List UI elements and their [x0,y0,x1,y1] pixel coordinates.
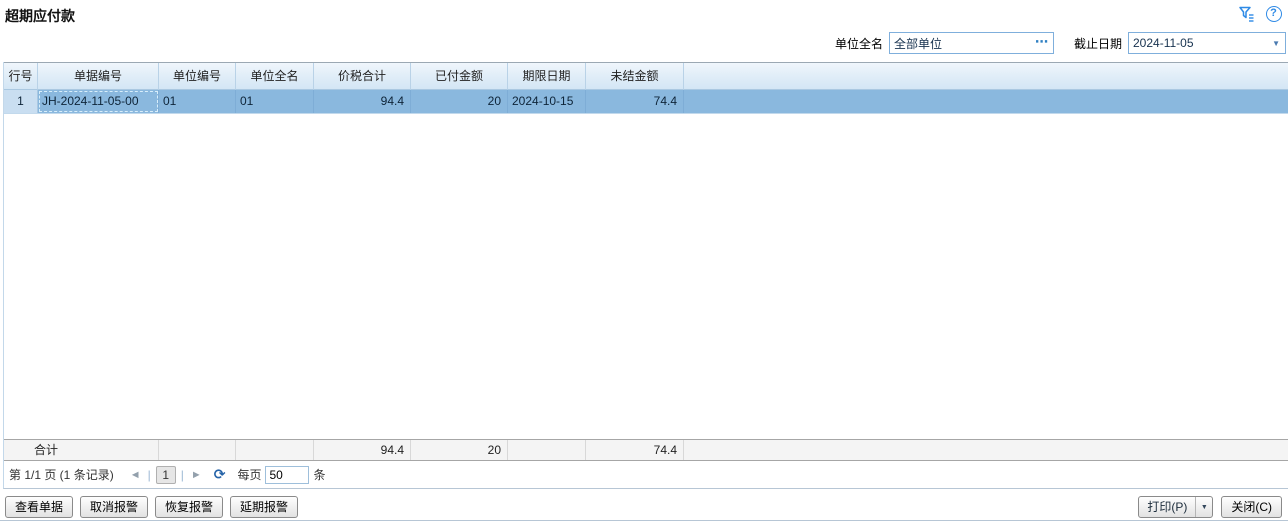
unit-name-cell[interactable]: 01 [236,90,314,113]
next-page-icon[interactable]: ► [189,469,204,481]
grid-empty-area [4,114,1288,439]
data-grid: 行号 单据编号 单位编号 单位全名 价税合计 已付金额 期限日期 未结金额 1 … [3,62,1288,489]
totals-unsettled: 74.4 [586,440,684,460]
column-header-unit-name[interactable]: 单位全名 [236,63,314,90]
cutoff-date-label: 截止日期 [1074,35,1122,52]
help-icon[interactable]: ? [1265,5,1282,22]
footer-left-buttons: 查看单据 取消报警 恢复报警 延期报警 [5,496,298,518]
question-mark-glyph: ? [1266,6,1282,22]
totals-empty-date [508,440,586,460]
unit-code-cell[interactable]: 01 [159,90,236,113]
filter-bar: 单位全名 全部单位 ⋯ 截止日期 2024-11-05 ▼ [835,31,1286,55]
deadline-date-cell[interactable]: 2024-10-15 [508,90,586,113]
footer-right-buttons: 打印(P) ▼ 关闭(C) [1138,496,1282,518]
prev-page-icon[interactable]: ◄ [128,469,143,481]
column-header-paid-amount[interactable]: 已付金额 [411,63,508,90]
unit-name-value: 全部单位 [890,35,1035,52]
filter-icon[interactable] [1238,5,1255,22]
chevron-down-icon[interactable]: ▼ [1195,497,1212,517]
column-header-deadline-date[interactable]: 期限日期 [508,63,586,90]
row-number-cell: 1 [4,90,38,113]
unit-name-label: 单位全名 [835,35,883,52]
column-header-unit-code[interactable]: 单位编号 [159,63,236,90]
per-page-label: 每页 [237,466,261,483]
column-header-row-no[interactable]: 行号 [4,63,38,90]
column-header-price-tax-total[interactable]: 价税合计 [314,63,411,90]
grid-header-row: 行号 单据编号 单位编号 单位全名 价税合计 已付金额 期限日期 未结金额 [4,62,1288,90]
doc-no-cell[interactable]: JH-2024-11-05-00 [38,90,159,113]
window-bottom-divider [0,520,1288,521]
unsettled-amount-cell[interactable]: 74.4 [586,90,684,113]
totals-label: 合计 [4,440,159,460]
pager-divider: | [148,468,151,482]
per-page-suffix: 条 [313,466,325,483]
ellipsis-icon[interactable]: ⋯ [1035,34,1053,52]
restore-alarm-button[interactable]: 恢复报警 [155,496,223,518]
title-icon-group: ? [1238,5,1282,22]
column-header-filler [684,63,1288,90]
cancel-alarm-button[interactable]: 取消报警 [80,496,148,518]
per-page-input[interactable] [265,466,309,484]
overdue-payables-window: 超期应付款 ? 单位全名 全部单位 ⋯ 截止日期 2024-11-05 ▼ 行号 [0,0,1288,524]
refresh-icon[interactable]: ⟳ [214,466,226,483]
table-row[interactable]: 1 JH-2024-11-05-00 01 01 94.4 20 2024-10… [4,90,1288,114]
page-summary: 第 1/1 页 (1 条记录) [9,466,114,483]
cutoff-date-value: 2024-11-05 [1129,36,1272,50]
column-header-unsettled-amount[interactable]: 未结金额 [586,63,684,90]
column-header-doc-no[interactable]: 单据编号 [38,63,159,90]
totals-paid: 20 [411,440,508,460]
pagination-bar: 第 1/1 页 (1 条记录) ◄ | 1 | ► ⟳ 每页 条 [4,461,1288,488]
page-title: 超期应付款 [5,6,75,26]
page-number-button[interactable]: 1 [156,466,176,484]
print-button-label[interactable]: 打印(P) [1139,497,1195,517]
cutoff-date-select[interactable]: 2024-11-05 ▼ [1128,32,1286,54]
unit-name-input[interactable]: 全部单位 ⋯ [889,32,1054,54]
paid-amount-cell[interactable]: 20 [411,90,508,113]
totals-empty-unit-code [159,440,236,460]
totals-row: 合计 94.4 20 74.4 [4,439,1288,461]
totals-empty-unit-name [236,440,314,460]
chevron-down-icon[interactable]: ▼ [1272,39,1285,48]
totals-filler [684,440,1288,460]
close-button[interactable]: 关闭(C) [1221,496,1282,518]
postpone-alarm-button[interactable]: 延期报警 [230,496,298,518]
row-filler-cell [684,90,1288,113]
price-tax-total-cell[interactable]: 94.4 [314,90,411,113]
print-button[interactable]: 打印(P) ▼ [1138,496,1213,518]
totals-price-tax: 94.4 [314,440,411,460]
pager-divider: | [181,468,184,482]
view-document-button[interactable]: 查看单据 [5,496,73,518]
